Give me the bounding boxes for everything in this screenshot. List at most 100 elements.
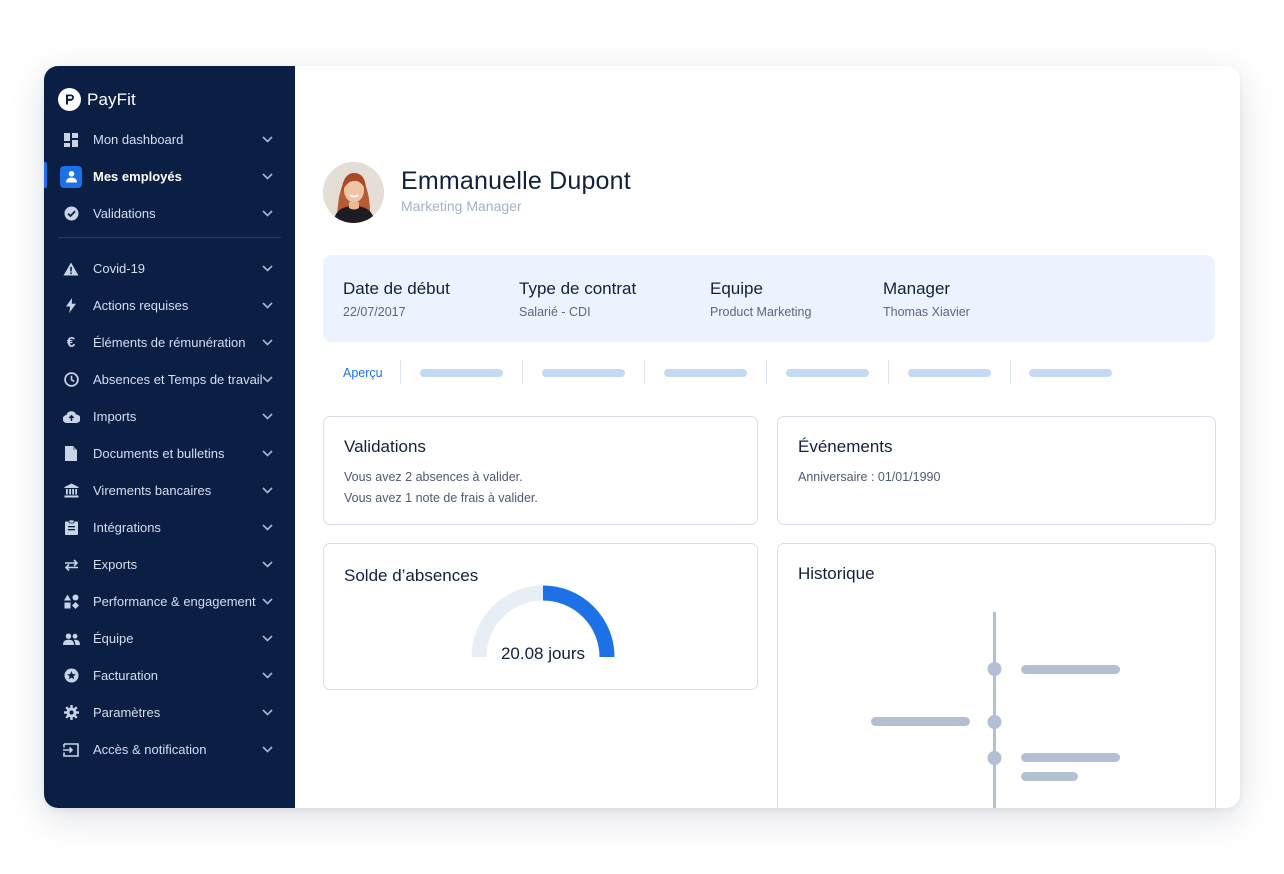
sidebar-item-absences-et-temps-de-travail[interactable]: Absences et Temps de travail bbox=[44, 361, 295, 398]
sidebar: PayFit Mon dashboard Mes employés Valida… bbox=[44, 66, 295, 808]
timeline-entry-placeholder bbox=[1021, 665, 1120, 674]
sidebar-item-actions-requises[interactable]: Actions requises bbox=[44, 287, 295, 324]
info-value: 22/07/2017 bbox=[343, 305, 406, 319]
card-title: Événements bbox=[798, 437, 893, 456]
tab-apercu[interactable]: Aperçu bbox=[343, 366, 383, 380]
star-circle-icon bbox=[61, 666, 81, 686]
info-contract-type: Type de contrat Salarié - CDI bbox=[519, 279, 636, 319]
lightning-icon bbox=[61, 296, 81, 316]
chevron-down-icon bbox=[261, 207, 273, 219]
tab-placeholder[interactable] bbox=[908, 369, 991, 377]
sidebar-item-exports[interactable]: Exports bbox=[44, 546, 295, 583]
chevron-down-icon bbox=[261, 521, 273, 533]
bank-icon bbox=[61, 481, 81, 501]
avatar-portrait-icon bbox=[323, 162, 384, 223]
chevron-down-icon bbox=[261, 743, 273, 755]
sidebar-item-mes-employes[interactable]: Mes employés bbox=[44, 158, 295, 195]
sidebar-divider bbox=[58, 237, 281, 238]
main-content: Emmanuelle Dupont Marketing Manager Date… bbox=[295, 66, 1240, 808]
sidebar-nav-secondary: Covid-19 Actions requises € Éléments de … bbox=[44, 250, 295, 768]
tab-placeholder[interactable] bbox=[420, 369, 503, 377]
info-label: Type de contrat bbox=[519, 279, 637, 298]
chevron-down-icon bbox=[261, 447, 273, 459]
tab-separator bbox=[888, 360, 889, 384]
cloud-upload-icon bbox=[61, 407, 81, 427]
check-circle-icon bbox=[61, 204, 81, 224]
chevron-down-icon bbox=[261, 373, 273, 385]
profile-tabs: Aperçu bbox=[323, 358, 1215, 386]
sidebar-item-virements-bancaires[interactable]: Virements bancaires bbox=[44, 472, 295, 509]
sidebar-item-acces-notification[interactable]: Accès & notification bbox=[44, 731, 295, 768]
timeline-entry-placeholder bbox=[1021, 772, 1078, 781]
app-window: PayFit Mon dashboard Mes employés Valida… bbox=[44, 66, 1240, 808]
sidebar-item-parametres[interactable]: Paramètres bbox=[44, 694, 295, 731]
payfit-logo-icon bbox=[58, 88, 81, 111]
chevron-down-icon bbox=[261, 336, 273, 348]
clock-icon bbox=[61, 370, 81, 390]
chevron-down-icon bbox=[261, 170, 273, 182]
chevron-down-icon bbox=[261, 669, 273, 681]
sidebar-item-elements-de-remuneration[interactable]: € Éléments de rémunération bbox=[44, 324, 295, 361]
employee-role: Marketing Manager bbox=[401, 198, 522, 214]
brand-name: PayFit bbox=[87, 89, 136, 109]
chevron-down-icon bbox=[261, 484, 273, 496]
sidebar-item-validations[interactable]: Validations bbox=[44, 195, 295, 232]
validation-line[interactable]: Vous avez 2 absences à valider. bbox=[344, 467, 538, 488]
info-start-date: Date de début 22/07/2017 bbox=[343, 279, 450, 319]
validation-line[interactable]: Vous avez 1 note de frais à valider. bbox=[344, 488, 538, 509]
sidebar-item-mon-dashboard[interactable]: Mon dashboard bbox=[44, 121, 295, 158]
swap-arrows-icon bbox=[61, 555, 81, 575]
sidebar-item-covid-19[interactable]: Covid-19 bbox=[44, 250, 295, 287]
sidebar-item-imports[interactable]: Imports bbox=[44, 398, 295, 435]
info-team: Equipe Product Marketing bbox=[710, 279, 811, 319]
tab-separator bbox=[522, 360, 523, 384]
card-title: Validations bbox=[344, 437, 426, 456]
person-icon bbox=[60, 165, 82, 188]
clipboard-icon bbox=[61, 518, 81, 538]
chevron-down-icon bbox=[261, 133, 273, 145]
gear-icon bbox=[61, 703, 81, 723]
history-card: Historique bbox=[777, 543, 1216, 808]
chevron-down-icon bbox=[261, 595, 273, 607]
brand[interactable]: PayFit bbox=[58, 88, 136, 111]
sidebar-item-performance-engagement[interactable]: Performance & engagement bbox=[44, 583, 295, 620]
info-label: Equipe bbox=[710, 279, 763, 298]
shapes-icon bbox=[61, 592, 81, 612]
chevron-down-icon bbox=[261, 299, 273, 311]
event-line: Anniversaire : 01/01/1990 bbox=[798, 470, 941, 484]
sidebar-item-facturation[interactable]: Facturation bbox=[44, 657, 295, 694]
euro-icon: € bbox=[66, 334, 76, 351]
sidebar-item-integrations[interactable]: Intégrations bbox=[44, 509, 295, 546]
employee-name: Emmanuelle Dupont bbox=[401, 167, 631, 195]
people-icon bbox=[61, 629, 81, 649]
info-value: Thomas Xiavier bbox=[883, 305, 970, 319]
tab-separator bbox=[1010, 360, 1011, 384]
timeline-entry-placeholder bbox=[871, 717, 970, 726]
avatar[interactable] bbox=[323, 162, 384, 223]
chevron-down-icon bbox=[261, 410, 273, 422]
sidebar-item-equipe[interactable]: Équipe bbox=[44, 620, 295, 657]
tab-placeholder[interactable] bbox=[1029, 369, 1112, 377]
timeline-dot bbox=[987, 751, 1002, 765]
validations-card: Validations Vous avez 2 absences à valid… bbox=[323, 416, 758, 525]
absence-gauge: 20.08 jours bbox=[470, 584, 616, 664]
tab-placeholder[interactable] bbox=[664, 369, 747, 377]
timeline-entry-placeholder bbox=[1021, 753, 1120, 762]
chevron-down-icon bbox=[261, 262, 273, 274]
tab-separator bbox=[644, 360, 645, 384]
tab-placeholder[interactable] bbox=[786, 369, 869, 377]
login-icon bbox=[61, 740, 81, 760]
info-value: Salarié - CDI bbox=[519, 305, 591, 319]
tab-placeholder[interactable] bbox=[542, 369, 625, 377]
tab-separator bbox=[766, 360, 767, 384]
dashboard-icon bbox=[61, 130, 81, 150]
history-timeline bbox=[871, 612, 1120, 808]
document-icon bbox=[61, 444, 81, 464]
chevron-down-icon bbox=[261, 558, 273, 570]
timeline-dot bbox=[987, 715, 1002, 729]
timeline-axis bbox=[993, 612, 996, 808]
employee-info-band: Date de début 22/07/2017 Type de contrat… bbox=[323, 255, 1215, 342]
sidebar-item-documents-et-bulletins[interactable]: Documents et bulletins bbox=[44, 435, 295, 472]
info-value: Product Marketing bbox=[710, 305, 812, 319]
warning-icon bbox=[61, 259, 81, 279]
